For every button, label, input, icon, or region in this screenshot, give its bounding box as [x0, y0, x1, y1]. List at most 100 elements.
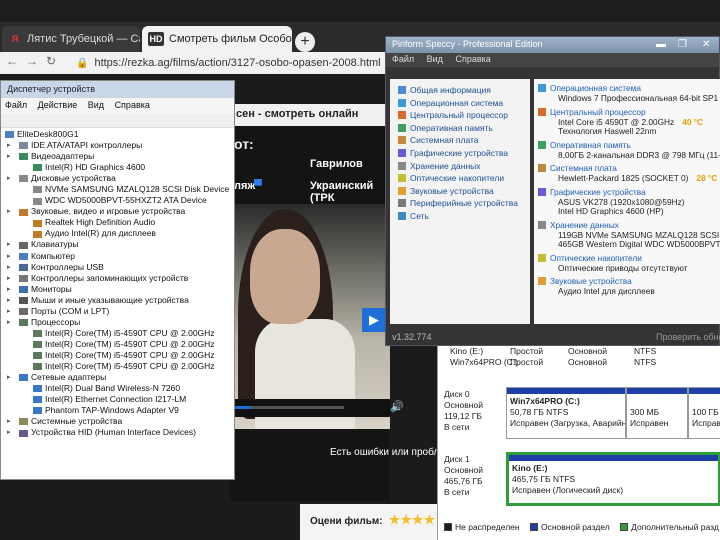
- tree-category[interactable]: ▸ Компьютер: [1, 251, 234, 262]
- tree-device[interactable]: Intel(R) Core(TM) i5-4590T CPU @ 2.00GHz: [1, 350, 234, 361]
- reload-icon[interactable]: ↻: [46, 54, 64, 68]
- menu-item-file[interactable]: Файл: [5, 100, 27, 110]
- expand-arrow-icon[interactable]: ▸: [7, 173, 11, 184]
- tree-category[interactable]: ▸ Системные устройства: [1, 416, 234, 427]
- expand-arrow-icon[interactable]: ▸: [7, 140, 11, 151]
- legend-swatch: [444, 523, 452, 531]
- tree-category[interactable]: ▸ Контроллеры запоминающих устройств: [1, 273, 234, 284]
- partition-c[interactable]: Win7x64PRO (C:) 50,78 ГБ NTFS Исправен (…: [506, 387, 626, 439]
- nav-item[interactable]: Хранение данных: [398, 161, 481, 171]
- partition-system[interactable]: 300 МБ Исправен: [626, 387, 688, 439]
- expand-arrow-icon[interactable]: ▸: [7, 262, 11, 273]
- menu-item-action[interactable]: Действие: [38, 100, 78, 110]
- nav-item[interactable]: Операционная система: [398, 98, 503, 108]
- nav-item[interactable]: Звуковые устройства: [398, 186, 494, 196]
- tree-device[interactable]: NVMe SAMSUNG MZALQ128 SCSI Disk Device: [1, 184, 234, 195]
- nav-item[interactable]: Системная плата: [398, 135, 479, 145]
- volume-icon[interactable]: 🔊: [390, 400, 404, 413]
- nav-item[interactable]: Общая информация: [398, 85, 491, 95]
- play-button[interactable]: ▶: [362, 308, 386, 332]
- menu-item-file[interactable]: Файл: [392, 54, 414, 64]
- section-title[interactable]: Операционная система: [538, 83, 641, 93]
- expand-arrow-icon[interactable]: ▸: [7, 306, 11, 317]
- rating-stars[interactable]: ★★★★: [389, 512, 436, 527]
- tree-device[interactable]: Аудио Intel(R) для дисплеев: [1, 228, 234, 239]
- expand-arrow-icon[interactable]: ▸: [7, 151, 11, 162]
- tree-category[interactable]: ▸ Порты (COM и LPT): [1, 306, 234, 317]
- speccy-window: Piriform Speccy - Professional Edition ▬…: [385, 36, 720, 346]
- tree-category[interactable]: ▸ Видеоадаптеры: [1, 151, 234, 162]
- tree-device[interactable]: WDC WD5000BPVT-55HXZT2 ATA Device: [1, 195, 234, 206]
- volume-row[interactable]: Kino (E:) Простой Основной NTFS: [438, 346, 720, 357]
- translation-row[interactable]: Гаврилов: [230, 154, 390, 176]
- section-title[interactable]: Оперативная память: [538, 140, 631, 150]
- nav-item[interactable]: Оптические накопители: [398, 173, 504, 183]
- volume-row[interactable]: Win7x64PRO (C:) Простой Основной NTFS: [438, 357, 720, 368]
- menu-item-help[interactable]: Справка: [115, 100, 150, 110]
- expand-arrow-icon[interactable]: ▸: [7, 239, 11, 250]
- expand-arrow-icon[interactable]: ▸: [7, 284, 11, 295]
- check-updates-link[interactable]: Проверить обновле: [656, 332, 720, 342]
- tree-label: Мониторы: [31, 283, 72, 294]
- expand-arrow-icon[interactable]: ▸: [7, 427, 11, 438]
- forward-icon[interactable]: →: [26, 54, 46, 68]
- tree-device[interactable]: Phantom TAP-Windows Adapter V9: [1, 405, 234, 416]
- expand-arrow-icon[interactable]: ▸: [7, 317, 11, 328]
- partition-e[interactable]: Kino (E:) 465,75 ГБ NTFS Исправен (Логич…: [506, 452, 720, 506]
- section-title[interactable]: Графические устройства: [538, 187, 646, 197]
- partition-other[interactable]: 100 ГБ Исправен: [688, 387, 720, 439]
- expand-arrow-icon[interactable]: ▸: [7, 416, 11, 427]
- section-title[interactable]: Системная плата: [538, 163, 617, 173]
- section-title[interactable]: Оптические накопители: [538, 253, 642, 263]
- menu-item-view[interactable]: Вид: [88, 100, 104, 110]
- tree-category[interactable]: ▸ Мыши и иные указывающие устройства: [1, 295, 234, 306]
- tree-category[interactable]: ▸ Мониторы: [1, 284, 234, 295]
- section-title[interactable]: Хранение данных: [538, 220, 619, 230]
- tab-movie[interactable]: HD Смотреть фильм Особо опасен ✕: [142, 26, 292, 52]
- tree-category[interactable]: ▸ IDE ATA/ATAPI контроллеры: [1, 140, 234, 151]
- section-value: Intel Core i5 4590T @ 2.00GHz 40 °C: [558, 117, 703, 127]
- tree-device[interactable]: Realtek High Definition Audio: [1, 217, 234, 228]
- expand-arrow-icon[interactable]: ▸: [7, 251, 11, 262]
- tree-category[interactable]: ▸ Дисковые устройства: [1, 173, 234, 184]
- video-player[interactable]: ▶: [230, 204, 390, 429]
- address-bar[interactable]: 🔒 https://rezka.ag/films/action/3127-oso…: [76, 54, 386, 72]
- maximize-icon[interactable]: ❐: [678, 39, 687, 50]
- seek-bar[interactable]: [234, 406, 344, 409]
- nav-item[interactable]: Центральный процессор: [398, 110, 508, 120]
- nav-item[interactable]: Периферийные устройства: [398, 198, 518, 208]
- back-icon[interactable]: ←: [6, 54, 26, 68]
- menu-item-help[interactable]: Справка: [455, 54, 490, 64]
- tree-category[interactable]: ▸ Звуковые, видео и игровые устройства: [1, 206, 234, 217]
- section-title[interactable]: Центральный процессор: [538, 107, 646, 117]
- nav-item[interactable]: Оперативная память: [398, 123, 493, 133]
- section-title[interactable]: Звуковые устройства: [538, 276, 632, 286]
- tree-device[interactable]: Intel(R) Ethernet Connection I217-LM: [1, 394, 234, 405]
- menu-item-view[interactable]: Вид: [427, 54, 443, 64]
- tree-root[interactable]: EliteDesk800G1: [1, 129, 234, 140]
- expand-arrow-icon[interactable]: ▸: [7, 372, 11, 383]
- tab-music[interactable]: Я Лятис Трубецкой — Саяны.Тер: [2, 26, 140, 52]
- report-errors-link[interactable]: Есть ошибки или пробле: [330, 447, 445, 458]
- tree-category[interactable]: ▸ Процессоры: [1, 317, 234, 328]
- expand-arrow-icon[interactable]: ▸: [7, 206, 11, 217]
- tree-device[interactable]: Intel(R) Core(TM) i5-4590T CPU @ 2.00GHz: [1, 339, 234, 350]
- nav-item[interactable]: Графические устройства: [398, 148, 508, 158]
- tree-device[interactable]: Intel(R) Core(TM) i5-4590T CPU @ 2.00GHz: [1, 361, 234, 372]
- disk-0-header[interactable]: Диск 0 Основной 119,12 ГБ В сети: [444, 389, 483, 433]
- expand-arrow-icon[interactable]: ▸: [7, 273, 11, 284]
- tree-category[interactable]: ▸ Устройства HID (Human Interface Devices…: [1, 427, 234, 438]
- new-tab-button[interactable]: +: [295, 32, 315, 52]
- tree-category[interactable]: ▸ Клавиатуры: [1, 239, 234, 250]
- tree-device[interactable]: Intel(R) HD Graphics 4600: [1, 162, 234, 173]
- translation-row[interactable]: ляж ▀ Украинский (ТРК: [230, 176, 390, 204]
- tree-device[interactable]: Intel(R) Dual Band Wireless-N 7260: [1, 383, 234, 394]
- tree-category[interactable]: ▸ Сетевые адаптеры: [1, 372, 234, 383]
- close-icon[interactable]: ✕: [702, 39, 710, 50]
- expand-arrow-icon[interactable]: ▸: [7, 295, 11, 306]
- minimize-icon[interactable]: ▬: [656, 39, 666, 50]
- tree-category[interactable]: ▸ Контроллеры USB: [1, 262, 234, 273]
- nav-item[interactable]: Сеть: [398, 211, 429, 221]
- disk-1-header[interactable]: Диск 1 Основной 465,76 ГБ В сети: [444, 454, 483, 498]
- tree-device[interactable]: Intel(R) Core(TM) i5-4590T CPU @ 2.00GHz: [1, 328, 234, 339]
